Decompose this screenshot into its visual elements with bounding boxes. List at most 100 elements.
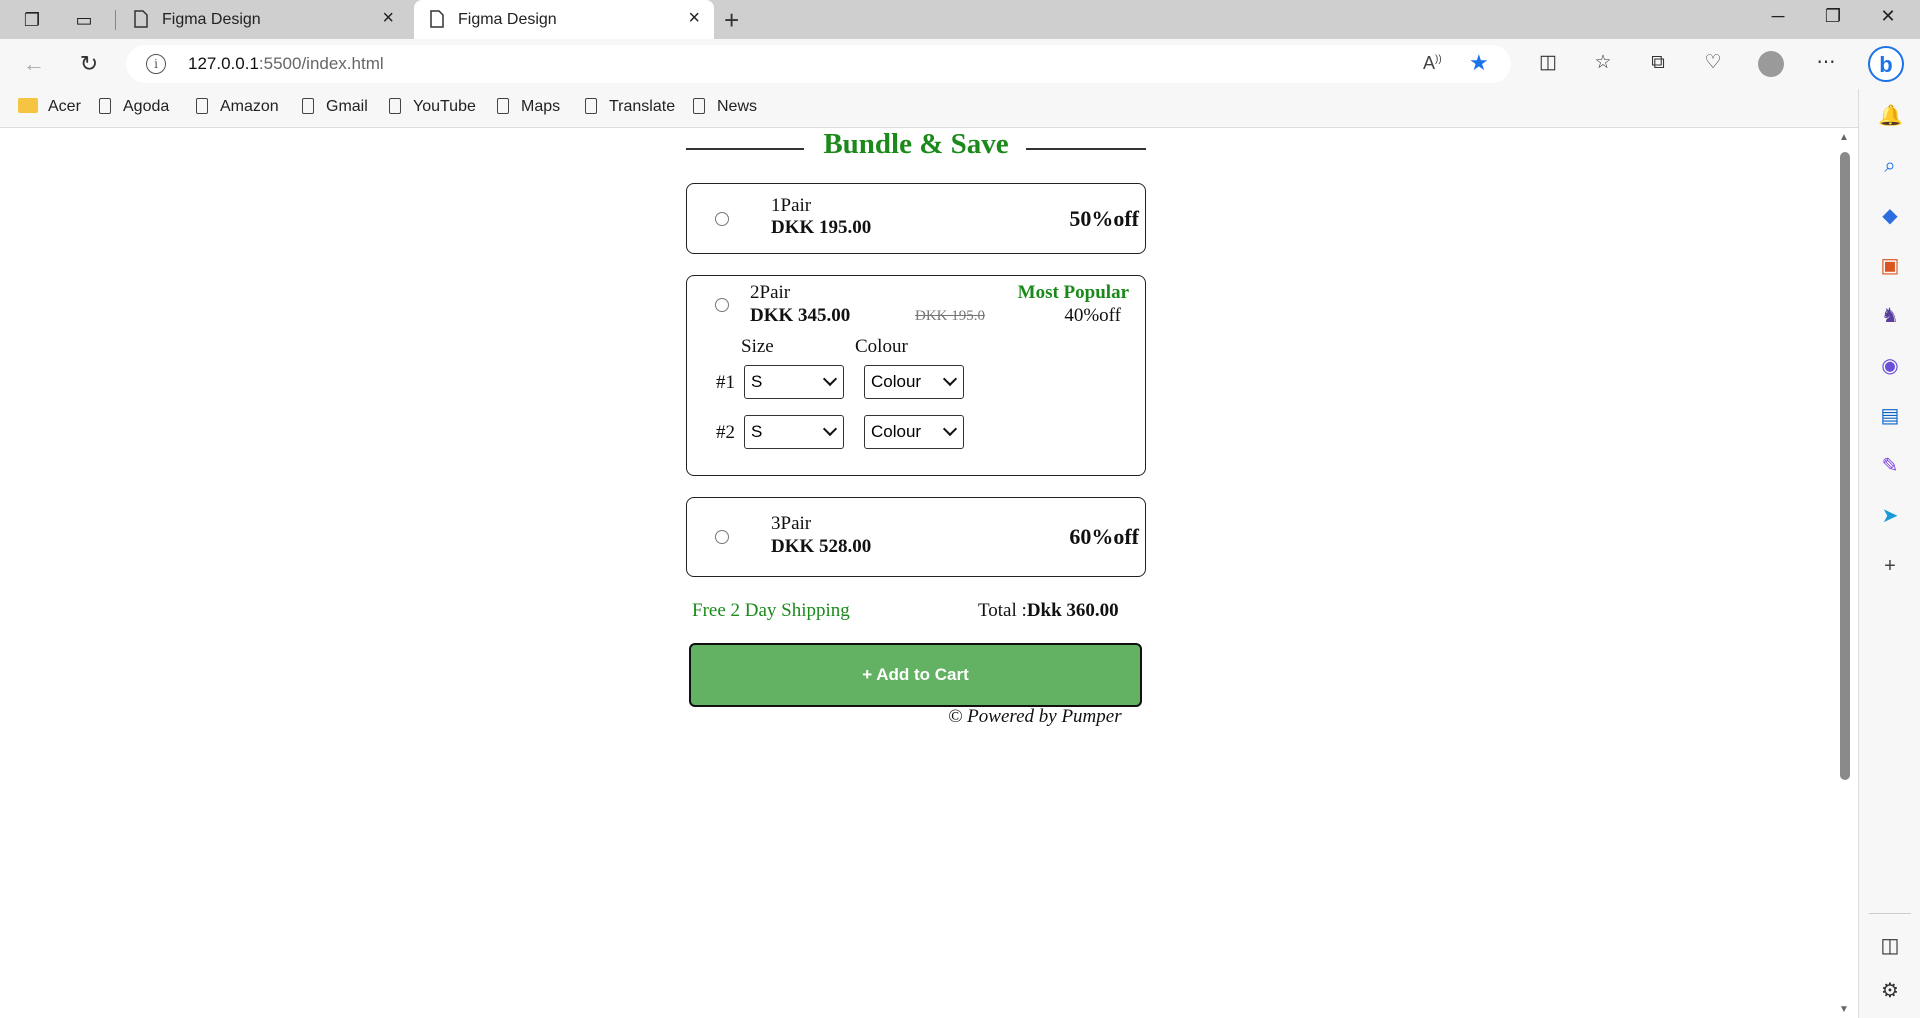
selected-value: S	[751, 422, 763, 441]
folder-icon	[18, 98, 38, 113]
minimize-icon[interactable]: ─	[1758, 6, 1798, 27]
more-options-icon[interactable]: ⋯	[1812, 49, 1840, 77]
size-select-1[interactable]: S	[744, 365, 844, 399]
profile-avatar[interactable]	[1758, 51, 1784, 77]
chevron-down-icon	[822, 421, 838, 437]
workspaces-icon[interactable]: ❐	[20, 8, 44, 32]
bookmark-translate[interactable]: Translate	[585, 98, 675, 116]
section-heading: Bundle & Save	[686, 128, 1146, 164]
option-quantity: 1Pair	[771, 195, 812, 216]
option-radio[interactable]	[715, 530, 729, 544]
option-discount: 60%off	[1069, 524, 1139, 549]
scroll-thumb[interactable]	[1840, 152, 1850, 780]
bookmark-amazon[interactable]: Amazon	[196, 98, 279, 116]
scroll-up-icon[interactable]: ▲	[1839, 132, 1849, 143]
read-aloud-icon[interactable]: A))	[1423, 53, 1442, 74]
shopping-tag-icon[interactable]: ◆	[1878, 204, 1902, 228]
bookmark-label: News	[717, 98, 758, 115]
bookmark-maps[interactable]: Maps	[497, 98, 560, 116]
option-radio[interactable]	[715, 212, 729, 226]
page-icon	[134, 10, 148, 28]
selected-value: S	[751, 372, 763, 391]
total-value: Dkk 360.00	[1026, 600, 1119, 621]
hide-sidebar-icon[interactable]: ◫	[1878, 934, 1902, 958]
scroll-down-icon[interactable]: ▼	[1839, 1004, 1849, 1015]
option-old-price: DKK 195.0	[915, 308, 985, 324]
colour-select-1[interactable]: Colour	[864, 365, 964, 399]
page-icon	[389, 98, 401, 114]
powered-by-footer: © Powered by Pumper	[948, 706, 1122, 727]
close-window-icon[interactable]: ✕	[1868, 6, 1908, 27]
bookmark-acer[interactable]: Acer	[18, 98, 81, 116]
search-icon[interactable]: ⌕	[1878, 154, 1902, 178]
address-bar[interactable]: i 127.0.0.1:5500/index.html A)) ★	[126, 45, 1511, 83]
games-icon[interactable]: ♞	[1878, 304, 1902, 328]
bookmark-agoda[interactable]: Agoda	[99, 98, 169, 116]
favorite-star-icon[interactable]: ★	[1469, 50, 1489, 76]
bundle-option-2[interactable]: 2Pair DKK 345.00 DKK 195.0 Most Popular …	[686, 275, 1146, 476]
notifications-icon[interactable]: 🔔	[1878, 104, 1903, 128]
send-icon[interactable]: ➤	[1878, 504, 1902, 528]
browser-essentials-icon[interactable]: ♡	[1699, 49, 1727, 77]
tab-title: Figma Design	[458, 11, 557, 28]
pair-number-label: #1	[716, 372, 735, 393]
heading-text: Bundle & Save	[823, 128, 1009, 160]
bookmark-youtube[interactable]: YouTube	[389, 98, 476, 116]
edge-sidebar: 🔔 ⌕ ◆ ▣ ♞ ◉ ▤ ✎ ➤ + ◫ ⚙	[1858, 89, 1920, 1018]
page-scrollbar[interactable]: ▲ ▼	[1832, 128, 1858, 1018]
divider-line	[1026, 148, 1146, 150]
settings-icon[interactable]: ⚙	[1878, 979, 1902, 1003]
title-bar: ❐ ▭ Figma Design × Figma Design × + ─ ❐ …	[0, 0, 1920, 39]
bookmark-label: Acer	[48, 98, 81, 115]
tab-actions-icon[interactable]: ▭	[72, 8, 96, 32]
copilot-icon[interactable]: b	[1868, 46, 1904, 82]
close-tab-icon[interactable]: ×	[688, 8, 700, 28]
refresh-icon[interactable]: ↻	[75, 50, 103, 78]
page-icon	[585, 98, 597, 114]
outlook-icon[interactable]: ▤	[1878, 404, 1902, 428]
navigation-bar: ← ↻ i 127.0.0.1:5500/index.html A)) ★ ◫ …	[0, 39, 1920, 89]
back-icon[interactable]: ←	[20, 50, 48, 78]
selected-value: Colour	[871, 422, 922, 441]
add-to-cart-button[interactable]: + Add to Cart	[689, 643, 1142, 707]
tab-figma-design-1[interactable]: Figma Design ×	[118, 0, 408, 39]
restore-icon[interactable]: ❐	[1813, 6, 1853, 27]
microsoft-365-icon[interactable]: ◉	[1878, 354, 1902, 378]
bookmark-label: Agoda	[123, 98, 170, 115]
page-icon	[99, 98, 111, 114]
bookmark-label: Amazon	[220, 98, 279, 115]
option-radio[interactable]	[715, 298, 729, 312]
option-quantity: 3Pair	[771, 513, 812, 534]
option-price: DKK 528.00	[771, 536, 872, 557]
collections-icon[interactable]: ⧉	[1644, 49, 1672, 77]
page-icon	[196, 98, 208, 114]
page-icon	[693, 98, 705, 114]
tools-icon[interactable]: ▣	[1878, 254, 1902, 278]
split-screen-icon[interactable]: ◫	[1534, 49, 1562, 77]
designer-icon[interactable]: ✎	[1878, 454, 1902, 478]
bookmark-gmail[interactable]: Gmail	[302, 98, 368, 116]
size-select-2[interactable]: S	[744, 415, 844, 449]
bundle-option-3[interactable]: 3Pair DKK 528.00 60%off	[686, 497, 1146, 577]
option-discount: 50%off	[1069, 206, 1139, 231]
url-text[interactable]: 127.0.0.1:5500/index.html	[188, 54, 384, 74]
page-icon	[302, 98, 314, 114]
shipping-note: Free 2 Day Shipping	[692, 600, 850, 621]
chevron-down-icon	[822, 371, 838, 387]
bookmark-label: Maps	[521, 98, 561, 115]
bookmarks-bar: Acer Agoda Amazon Gmail YouTube Maps Tra…	[0, 89, 1858, 128]
new-tab-icon[interactable]: +	[724, 5, 739, 36]
tab-separator	[115, 10, 116, 30]
colour-select-2[interactable]: Colour	[864, 415, 964, 449]
selected-value: Colour	[871, 372, 922, 391]
close-tab-icon[interactable]: ×	[382, 8, 394, 28]
divider-line	[686, 148, 804, 150]
tab-figma-design-2[interactable]: Figma Design ×	[414, 0, 714, 39]
bookmark-news[interactable]: News	[693, 98, 757, 116]
bundle-option-1[interactable]: 1Pair DKK 195.00 50%off	[686, 183, 1146, 254]
site-info-icon[interactable]: i	[146, 54, 166, 74]
total-summary: Total :Dkk 360.00	[978, 600, 1119, 622]
page-icon	[430, 10, 444, 28]
favorites-icon[interactable]: ☆	[1589, 49, 1617, 77]
add-icon[interactable]: +	[1878, 554, 1902, 578]
